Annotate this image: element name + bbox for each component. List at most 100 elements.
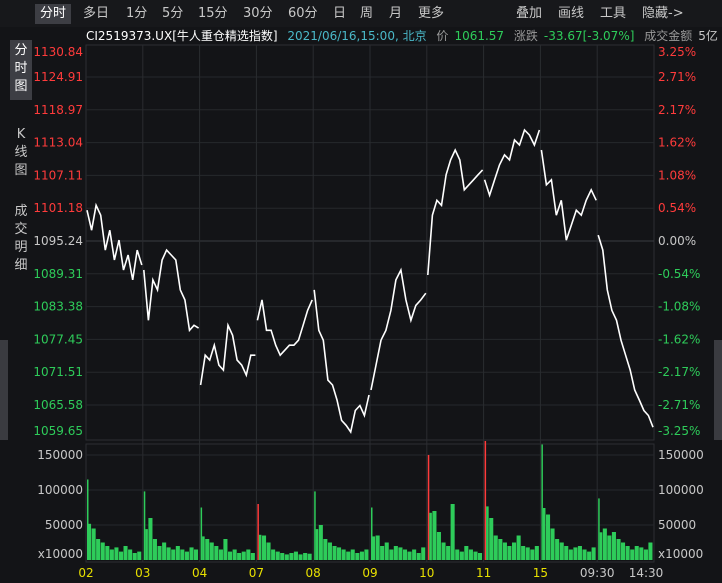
x-axis-label: 04	[192, 566, 207, 580]
x-axis-label: 09	[362, 566, 377, 580]
volume-bar	[218, 549, 223, 560]
volume-bar	[209, 542, 214, 560]
volume-bar	[421, 547, 426, 560]
volume-bar	[555, 539, 560, 560]
volume-bar	[341, 549, 346, 560]
volume-bar	[323, 539, 328, 560]
pct-tick-label: -1.62%	[658, 332, 700, 346]
volume-bar	[407, 551, 412, 560]
volume-bar	[412, 549, 417, 560]
pct-tick-label: -0.54%	[658, 267, 700, 281]
volume-bar	[525, 547, 530, 560]
volume-bar	[318, 525, 323, 560]
volume-bar	[262, 535, 267, 560]
volume-tick-label-right: 150000	[658, 448, 704, 462]
volume-bar	[346, 551, 351, 560]
volume-bar	[371, 507, 373, 560]
volume-bar	[162, 542, 167, 560]
volume-bar	[568, 549, 573, 560]
price-tick-label: 1130.84	[33, 45, 83, 59]
intraday-chart: 1130.84 3.25% 1124.91 2.71% 1118.97 2.17% 1113…	[33, 44, 704, 580]
volume-bar	[393, 546, 398, 560]
price-line-day-11	[483, 128, 541, 198]
volume-bar	[498, 539, 503, 560]
volume-bar	[171, 549, 176, 560]
volume-bar	[541, 444, 543, 560]
volume-bar	[298, 554, 303, 560]
pct-tick-label: 2.17%	[658, 103, 696, 117]
volume-bar	[375, 535, 380, 560]
x-axis-label: 15	[533, 566, 548, 580]
volume-bar	[521, 546, 526, 560]
volume-bar	[602, 528, 607, 560]
volume-bar	[350, 549, 355, 560]
volume-bar	[478, 553, 483, 560]
volume-bar	[148, 518, 153, 560]
price-line-day-15	[540, 149, 597, 241]
volume-bar	[441, 542, 446, 560]
volume-bar	[468, 549, 473, 560]
volume-bar	[427, 455, 430, 560]
volume-bar	[332, 546, 337, 560]
volume-bar	[489, 518, 494, 560]
pct-tick-label: -3.25%	[658, 424, 700, 438]
volume-bar	[464, 546, 469, 560]
volume-tick-label-right: 100000	[658, 483, 704, 497]
x-axis-label: 14:30	[629, 566, 664, 580]
volume-bar	[128, 549, 133, 560]
volume-bar	[516, 535, 521, 560]
price-tick-label: 1124.91	[33, 70, 83, 84]
volume-bar	[591, 547, 596, 560]
pct-tick-label: 2.71%	[658, 70, 696, 84]
volume-bar	[530, 549, 535, 560]
volume-bar	[598, 498, 600, 560]
volume-bar	[429, 512, 432, 561]
pct-tick-label: 1.08%	[658, 168, 696, 182]
volume-bar	[114, 547, 119, 560]
volume-bar	[493, 535, 498, 560]
price-line-day-08	[313, 289, 370, 434]
x-axis-label: 09:30	[580, 566, 615, 580]
volume-bar	[257, 504, 259, 560]
volume-bar	[459, 551, 464, 560]
volume-bar	[355, 553, 360, 560]
volume-bar	[184, 551, 189, 560]
volume-bar	[582, 549, 587, 560]
volume-bar	[237, 553, 242, 560]
price-tick-label: 1059.65	[33, 424, 83, 438]
volume-bar	[314, 491, 316, 560]
volume-bar	[307, 553, 312, 560]
volume-bar	[512, 542, 517, 560]
volume-bar	[202, 536, 205, 560]
volume-bar	[473, 551, 478, 560]
volume-bar	[250, 553, 255, 560]
volume-tick-label: 100000	[37, 483, 83, 497]
volume-bar	[143, 491, 146, 560]
volume-bar	[275, 551, 280, 560]
volume-bar	[416, 553, 421, 560]
volume-bar	[546, 514, 551, 560]
volume-bar	[337, 547, 342, 560]
volume-bar	[205, 539, 210, 560]
volume-bar	[630, 549, 635, 560]
price-tick-label: 1077.45	[33, 332, 83, 346]
volume-bar	[573, 547, 578, 560]
volume-bar	[152, 539, 157, 560]
price-tick-label: 1095.24	[33, 234, 83, 248]
volume-bar	[145, 529, 148, 560]
price-line-day-04	[199, 322, 256, 386]
volume-bar	[91, 528, 96, 560]
volume-bar	[398, 547, 403, 560]
volume-bar	[648, 542, 653, 560]
price-tick-label: 1101.18	[33, 201, 83, 215]
volume-bar	[564, 546, 569, 560]
pct-tick-label: 0.54%	[658, 201, 696, 215]
volume-bar	[559, 542, 564, 560]
x-axis-label: 08	[306, 566, 321, 580]
volume-bar	[109, 549, 114, 560]
x-axis-label: 03	[135, 566, 150, 580]
volume-bar	[634, 546, 639, 560]
pct-tick-label: -1.08%	[658, 300, 700, 314]
price-line-day-02	[86, 202, 143, 281]
volume-bar	[484, 441, 487, 560]
